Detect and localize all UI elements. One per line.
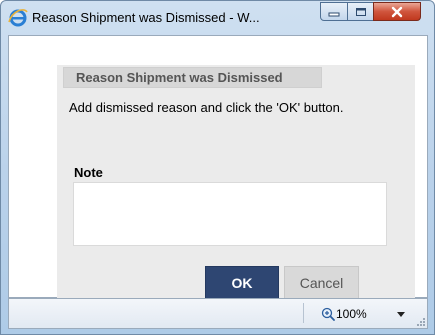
- close-button[interactable]: [373, 2, 421, 21]
- zoom-level[interactable]: 100%: [336, 307, 367, 321]
- dialog-title: Reason Shipment was Dismissed: [76, 70, 283, 85]
- note-input[interactable]: [73, 182, 387, 246]
- ok-button[interactable]: OK: [205, 266, 279, 299]
- minimize-button[interactable]: [320, 2, 348, 21]
- note-label: Note: [74, 165, 103, 180]
- status-separator: [303, 303, 304, 323]
- maximize-icon: [355, 7, 366, 16]
- minimize-icon: [328, 12, 340, 16]
- dialog-tab: Reason Shipment was Dismissed: [63, 67, 322, 88]
- internet-explorer-icon: [8, 9, 28, 27]
- dialog-instructions: Add dismissed reason and click the 'OK' …: [69, 100, 344, 115]
- chevron-down-icon[interactable]: [397, 312, 405, 317]
- status-bar: 100%: [8, 298, 428, 329]
- zoom-icon[interactable]: [321, 307, 335, 321]
- resize-grip-icon[interactable]: [416, 317, 426, 327]
- browser-window: Reason Shipment was Dismissed - W... Rea…: [0, 0, 435, 335]
- window-title: Reason Shipment was Dismissed - W...: [32, 10, 260, 25]
- cancel-button[interactable]: Cancel: [284, 266, 359, 299]
- title-bar[interactable]: Reason Shipment was Dismissed - W...: [1, 1, 434, 34]
- maximize-button[interactable]: [347, 2, 374, 21]
- close-icon: [391, 6, 403, 17]
